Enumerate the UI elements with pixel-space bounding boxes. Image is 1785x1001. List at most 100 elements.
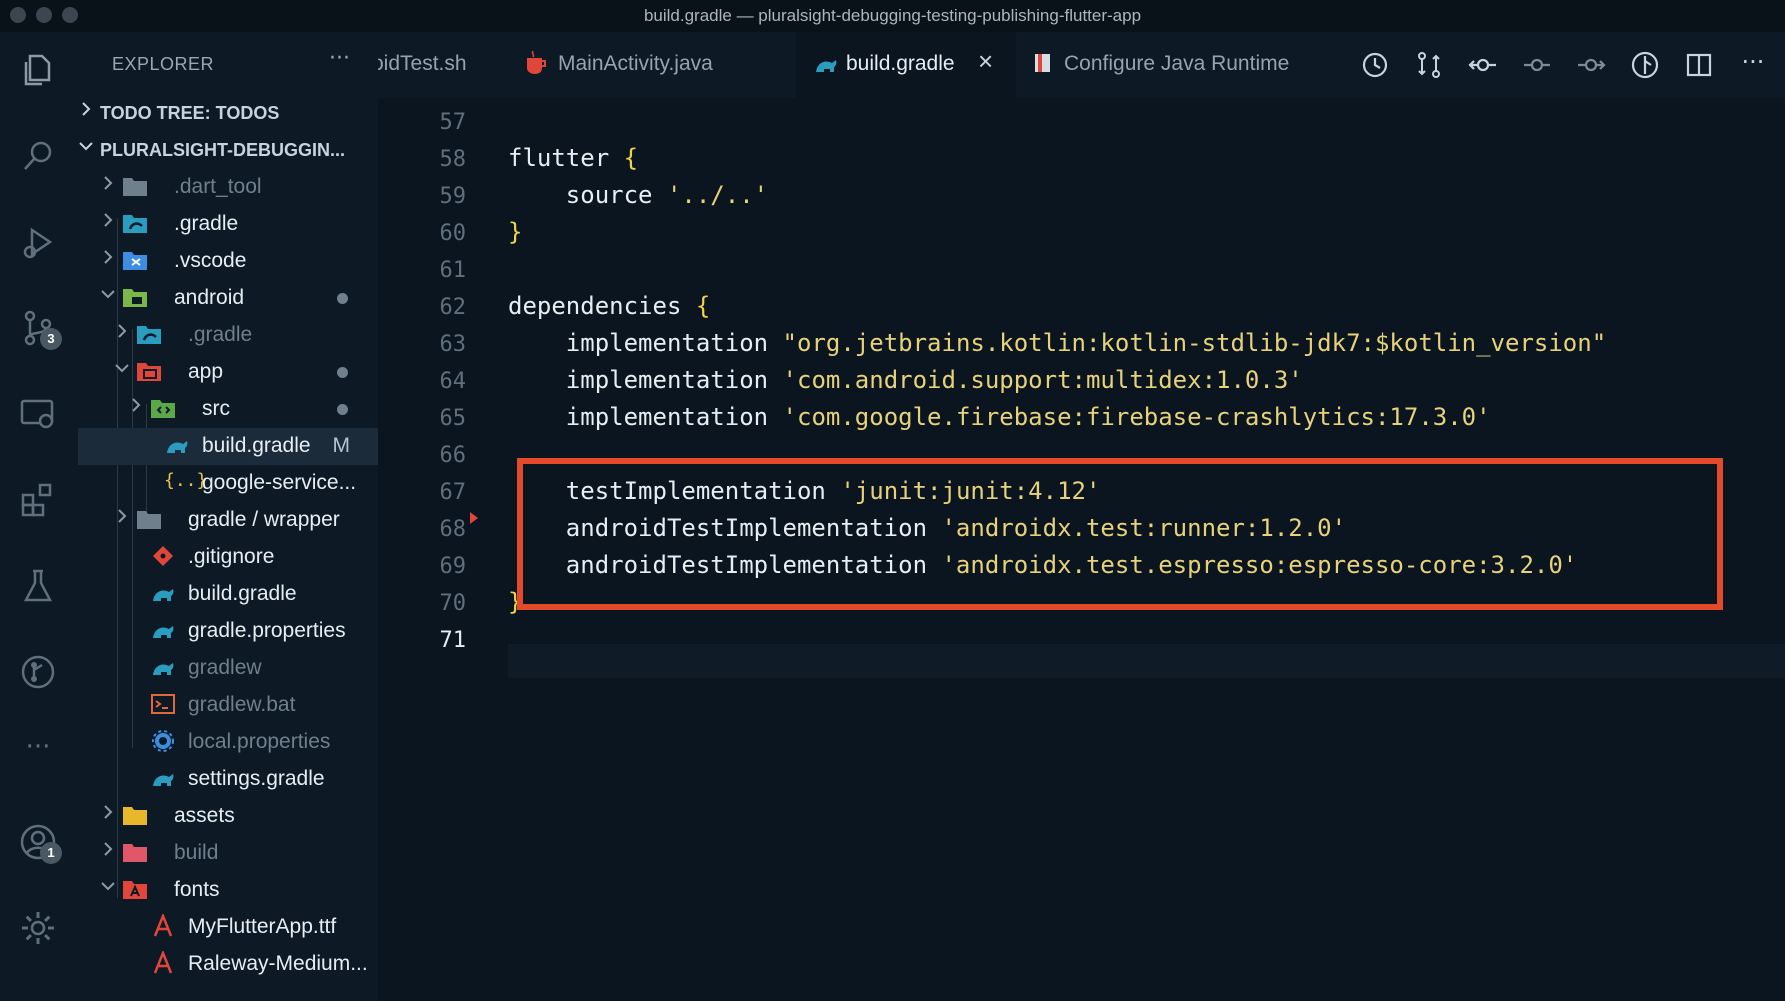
highlight-annotation-box <box>517 458 1723 610</box>
git-graph-icon[interactable] <box>18 652 58 692</box>
code-keyword: implementation <box>508 329 783 357</box>
remote-explorer-icon[interactable] <box>18 394 58 434</box>
android-folder-icon <box>123 289 147 307</box>
code-line-63: implementation "org.jetbrains.kotlin:kot… <box>508 329 1606 357</box>
line-number: 70 <box>439 591 467 616</box>
line-number: 68 <box>439 517 467 542</box>
gradle-folder-icon <box>123 215 147 233</box>
tree-item-label: local.properties <box>188 730 331 753</box>
line-number: 57 <box>439 110 467 135</box>
tree-item-label: .gradle <box>188 323 253 346</box>
line-number: 71 <box>439 628 467 653</box>
code-string: 'com.google.firebase:firebase-crashlytic… <box>782 403 1491 431</box>
tree-item-gradle-properties[interactable]: gradle.properties <box>78 613 378 650</box>
more-icon[interactable]: ··· <box>18 732 58 772</box>
source-control-badge: 3 <box>40 328 62 350</box>
explorer-more-icon[interactable]: ··· <box>329 46 350 71</box>
code-keyword: implementation <box>508 403 783 431</box>
app-folder-icon <box>137 363 161 381</box>
tree-item-label: MyFlutterApp.ttf <box>188 915 337 938</box>
tree-item-fonts[interactable]: fonts <box>78 872 378 909</box>
tree-item-gitignore[interactable]: .gitignore <box>78 539 378 576</box>
tree-item-android-gradle[interactable]: .gradle <box>78 317 378 354</box>
testing-icon[interactable] <box>18 566 58 606</box>
tree-item-label: build.gradle <box>202 434 311 457</box>
modified-dot <box>337 293 348 304</box>
terminal-file-icon <box>151 694 175 714</box>
compare-changes-icon[interactable] <box>1412 48 1446 82</box>
code-brace: { <box>623 144 639 172</box>
tab-configure-java-runtime[interactable]: Configure Java Runtime <box>1016 32 1316 98</box>
tree-item-settings-gradle[interactable]: settings.gradle <box>78 761 378 798</box>
breakpoint-indicator[interactable] <box>470 512 478 524</box>
tab-main-activity-java[interactable]: MainActivity.java <box>478 32 774 98</box>
tree-item-app-build-gradle[interactable]: build.gradle M <box>78 428 378 465</box>
tree-item-android-build-gradle[interactable]: build.gradle <box>78 576 378 613</box>
run-debug-icon[interactable] <box>18 222 58 262</box>
tree-item-label: gradlew.bat <box>188 693 296 716</box>
explorer-title: EXPLORER <box>112 54 215 74</box>
java-runtime-icon <box>1035 54 1050 72</box>
tree-item-build[interactable]: build <box>78 835 378 872</box>
tab-label: oidTest.sh <box>378 52 467 75</box>
code-string: '../..' <box>666 181 769 209</box>
tree-item-google-services[interactable]: {..} google-service... <box>78 465 378 502</box>
tree-item-raleway-medium[interactable]: Raleway-Medium... <box>78 946 378 983</box>
gradle-file-icon <box>153 663 174 675</box>
tab-close-button[interactable]: × <box>978 46 993 77</box>
tree-item-myflutterapp-ttf[interactable]: MyFlutterApp.ttf <box>78 909 378 946</box>
tree-item-dart-tool[interactable]: .dart_tool <box>78 169 378 206</box>
fonts-folder-icon <box>123 881 147 899</box>
tree-item-local-properties[interactable]: local.properties <box>78 724 378 761</box>
files-icon[interactable] <box>18 50 58 90</box>
line-number: 62 <box>439 295 467 320</box>
tree-item-label: gradlew <box>188 656 262 679</box>
editor-more-actions-icon[interactable]: ··· <box>1736 48 1770 82</box>
chevron-right-icon <box>118 324 127 338</box>
tree-item-label: settings.gradle <box>188 767 325 790</box>
tree-item-android[interactable]: android <box>78 280 378 317</box>
tree-item-label: build <box>174 841 219 864</box>
settings-gear-icon[interactable] <box>18 908 58 948</box>
modified-dot <box>337 404 348 415</box>
commit-node-icon[interactable] <box>1520 48 1554 82</box>
tree-item-gradlew-bat[interactable]: gradlew.bat <box>78 687 378 724</box>
line-number: 65 <box>439 406 467 431</box>
tree-item-gradle-folder[interactable]: .gradle <box>78 206 378 243</box>
tree-item-app[interactable]: app <box>78 354 378 391</box>
next-change-icon[interactable] <box>1574 48 1608 82</box>
tab-label: Configure Java Runtime <box>1064 52 1290 75</box>
chevron-right-icon <box>104 805 113 819</box>
code-string: "org.jetbrains.kotlin:kotlin-stdlib-jdk7… <box>782 329 1607 357</box>
gradle-folder-icon <box>137 326 161 344</box>
git-blame-icon[interactable] <box>1628 48 1662 82</box>
tab-build-gradle[interactable]: build.gradle × <box>796 32 1016 98</box>
source-control-icon[interactable]: 3 <box>18 308 62 350</box>
code-keyword: implementation <box>508 366 783 394</box>
chevron-right-icon <box>132 398 141 412</box>
tree-item-gradle-wrapper[interactable]: gradle / wrapper <box>78 502 378 539</box>
activity-bar: 3 ··· 1 <box>0 32 78 1001</box>
todo-tree-section[interactable]: TODO TREE: TODOS <box>78 95 378 132</box>
chevron-down-icon <box>115 364 129 373</box>
tree-item-label: app <box>188 360 224 383</box>
search-icon[interactable] <box>18 136 58 176</box>
tree-item-src[interactable]: src <box>78 391 378 428</box>
tree-item-assets[interactable]: assets <box>78 798 378 835</box>
extensions-icon[interactable] <box>18 480 58 520</box>
tab-label: build.gradle <box>846 52 955 75</box>
code-string: 'com.android.support:multidex:1.0.3' <box>782 366 1303 394</box>
split-editor-icon[interactable] <box>1682 48 1716 82</box>
accounts-icon[interactable]: 1 <box>18 822 62 864</box>
previous-change-icon[interactable] <box>1466 48 1500 82</box>
json-file-icon: {..} <box>164 470 208 491</box>
tree-item-label: Raleway-Medium... <box>188 952 368 975</box>
tree-item-gradlew[interactable]: gradlew <box>78 650 378 687</box>
project-section[interactable]: PLURALSIGHT-DEBUGGIN... <box>78 132 378 169</box>
timeline-history-icon[interactable] <box>1358 48 1392 82</box>
chevron-down-icon <box>101 882 115 891</box>
code-line-58: flutter { <box>508 144 638 172</box>
tree-item-vscode[interactable]: .vscode <box>78 243 378 280</box>
gradle-file-icon <box>153 626 174 638</box>
tab-android-test-sh[interactable]: oidTest.sh <box>378 32 478 98</box>
